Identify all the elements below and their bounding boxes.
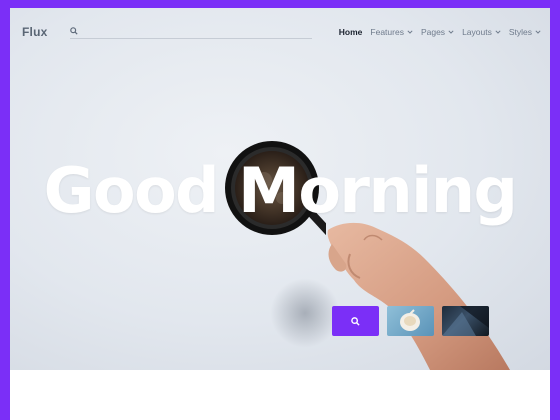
brand-logo[interactable]: Flux	[22, 25, 47, 39]
coffee-cup-thumbnail[interactable]	[387, 306, 434, 336]
menu-item-home[interactable]: Home	[339, 27, 363, 37]
menu-item-features[interactable]: Features	[370, 27, 413, 37]
chevron-down-icon	[407, 30, 413, 34]
top-nav: Flux Home Features Pages Layouts Styles	[10, 8, 550, 56]
hero-section: Good Morning Flux Home Features Pages La…	[10, 8, 550, 370]
menu-item-pages[interactable]: Pages	[421, 27, 454, 37]
search-icon	[70, 27, 78, 35]
menu-item-label: Pages	[420, 27, 446, 37]
search-bar	[70, 26, 312, 39]
menu-item-styles[interactable]: Styles	[509, 27, 541, 37]
thumbnail-strip	[332, 306, 489, 336]
chevron-down-icon	[535, 30, 541, 34]
chevron-down-icon	[495, 30, 501, 34]
menu-item-label: Styles	[508, 27, 532, 37]
menu-item-label: Features	[370, 27, 404, 37]
abstract-image	[442, 306, 489, 336]
search-input[interactable]	[82, 26, 308, 38]
page-frame: Good Morning Flux Home Features Pages La…	[10, 8, 550, 420]
coffee-cup-image	[400, 309, 420, 331]
search-thumbnail[interactable]	[332, 306, 379, 336]
search-icon	[351, 316, 360, 326]
chevron-down-icon	[448, 30, 454, 34]
menu-item-label: Home	[338, 27, 363, 37]
dark-abstract-thumbnail[interactable]	[442, 306, 489, 336]
main-menu: Home Features Pages Layouts Styles	[339, 27, 541, 37]
content-area	[10, 370, 550, 420]
menu-item-label: Layouts	[462, 27, 492, 37]
menu-item-layouts[interactable]: Layouts	[462, 27, 501, 37]
hero-title: Good Morning	[43, 154, 518, 227]
